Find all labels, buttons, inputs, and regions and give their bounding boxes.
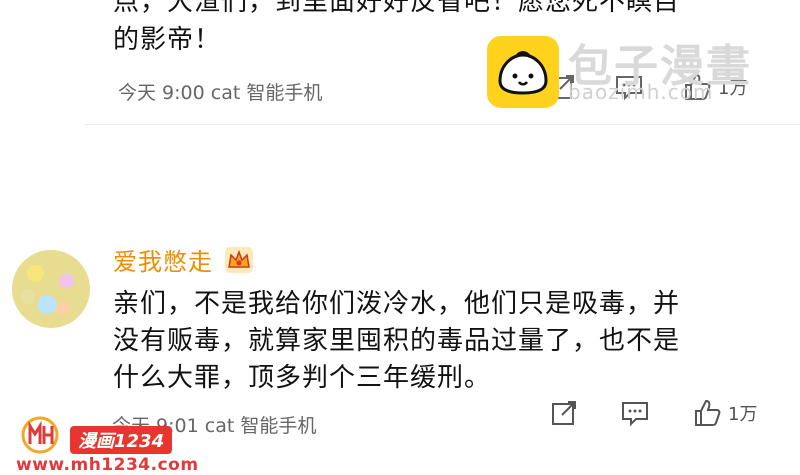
comment2-like-count: 1万 — [728, 404, 758, 425]
comment2-like-button[interactable]: 1万 — [692, 398, 757, 428]
comment2-share-button[interactable] — [550, 399, 578, 427]
crown-badge — [225, 246, 253, 273]
comment-icon — [622, 402, 648, 427]
divider — [84, 124, 800, 125]
share-icon — [552, 401, 576, 425]
comment2-text-line1: 亲们，不是我给你们泼冷水，他们只是吸毒，并 — [113, 289, 681, 319]
mh-logo — [18, 416, 62, 458]
comment2-actions: 1万 — [550, 398, 757, 428]
comment2-text-line2: 没有贩毒，就算家里囤积的毒品过量了，也不是 — [113, 326, 681, 356]
comment2-comment-button[interactable] — [620, 399, 650, 427]
baozi-logo — [487, 36, 559, 108]
comment2-text-line3: 什么大罪，顶多判个三年缓刑。 — [113, 363, 492, 393]
comment1-text-line1: 点，大渣们，到里面好好反省吧！愿您死不瞑目 — [113, 0, 681, 17]
comment1-meta: 今天 9:00 cat 智能手机 — [118, 78, 322, 105]
comment2-header: 爱我憋走 — [113, 242, 253, 277]
crown-badge-icon — [228, 249, 250, 268]
comment1-text-line2: 的影帝！ — [113, 25, 222, 55]
comment2-username[interactable]: 爱我憋走 — [113, 242, 213, 277]
avatar[interactable] — [12, 250, 90, 328]
bun-logo-icon — [498, 51, 548, 95]
mh-url: www.mh1234.com — [16, 455, 199, 475]
comment1-device: cat 智能手机 — [210, 82, 323, 104]
mh-tag: 漫画1234 — [70, 426, 173, 454]
comment1-time: 今天 9:00 — [118, 82, 205, 104]
watermark-url: baozimh.com — [568, 80, 714, 104]
like-icon — [695, 399, 721, 426]
mh-logo-icon — [21, 416, 59, 454]
comment2-device: cat 智能手机 — [204, 415, 317, 437]
